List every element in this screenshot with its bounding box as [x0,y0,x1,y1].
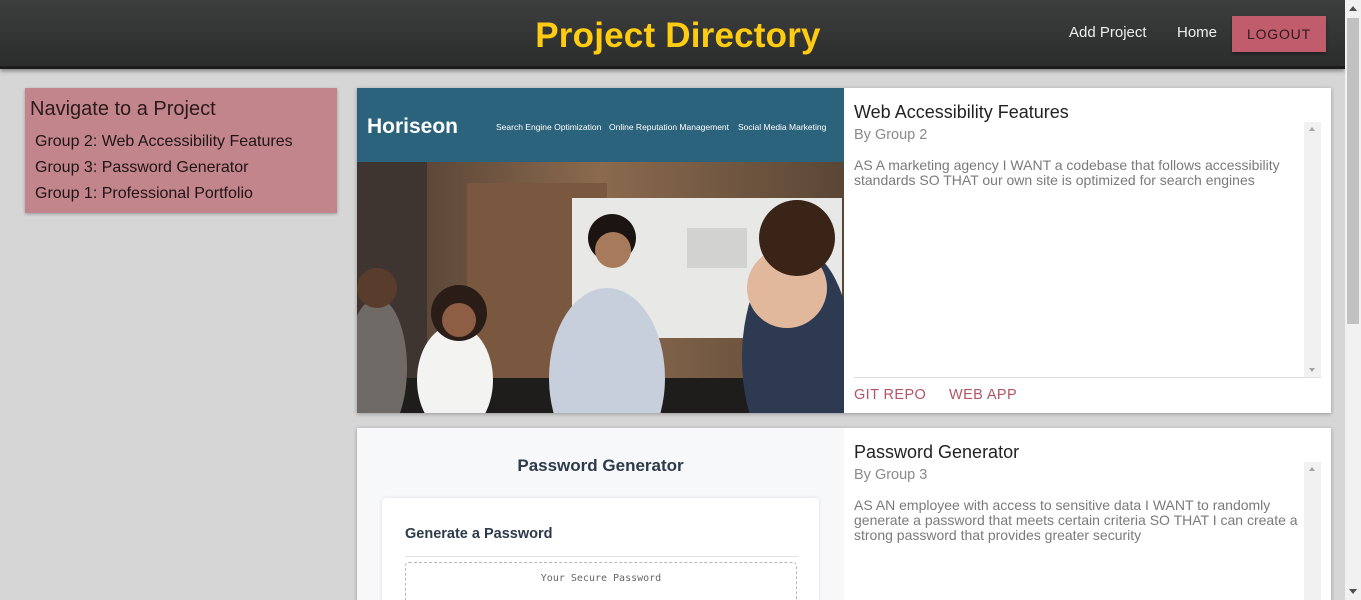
project-description-box[interactable]: AS A marketing agency I WANT a codebase … [854,122,1321,377]
project-title: Password Generator [854,442,1020,462]
scroll-down-arrow-icon[interactable] [1349,589,1357,594]
scroll-up-arrow-icon[interactable] [1349,6,1357,11]
nav-home-link[interactable]: Home [1177,24,1217,41]
project-description: AS AN employee with access to sensitive … [854,497,1298,543]
app-header: Project Directory Add Project Home LOGOU… [0,0,1345,69]
pg-preview-heading: Password Generator [517,456,684,475]
sidebar-item-password-generator[interactable]: Group 3: Password Generator [35,159,248,177]
project-card: Password Generator Generate a Password Y… [357,428,1331,600]
project-screenshot-horiseon: Horiseon Search Engine Optimization Onli… [357,88,844,413]
logout-button[interactable]: LOGOUT [1232,16,1326,52]
git-repo-link[interactable]: GIT REPO [854,387,926,403]
horiseon-nav-seo: Search Engine Optimization [496,122,602,132]
app-title: Project Directory [535,16,821,55]
project-title: Web Accessibility Features [854,102,1069,122]
horiseon-preview-image: Horiseon Search Engine Optimization Onli… [357,88,844,413]
pg-preview-panel-title: Generate a Password [405,526,553,542]
description-scrollbar[interactable] [1304,462,1321,600]
scroll-up-arrow-icon[interactable] [1309,467,1315,471]
description-scrollbar[interactable] [1304,122,1321,377]
pg-preview-password-output: Your Secure Password [405,562,797,600]
scroll-up-arrow-icon[interactable] [1309,127,1315,131]
horiseon-brand: Horiseon [367,115,458,138]
horiseon-nav-reputation: Online Reputation Management [609,122,730,132]
project-nav-sidebar: Navigate to a Project Group 2: Web Acces… [25,88,337,213]
project-actions: GIT REPO WEB APP [854,377,1321,413]
horiseon-nav-social: Social Media Marketing [738,122,827,132]
scroll-down-arrow-icon[interactable] [1309,368,1315,372]
project-description: AS A marketing agency I WANT a codebase … [854,157,1280,188]
pg-preview-divider [405,556,798,557]
sidebar-item-professional-portfolio[interactable]: Group 1: Professional Portfolio [35,185,253,203]
scrollbar-thumb[interactable] [1347,18,1359,324]
web-app-link[interactable]: WEB APP [949,387,1017,403]
project-card: Horiseon Search Engine Optimization Onli… [357,88,1331,413]
pg-preview-panel: Generate a Password Your Secure Password [382,498,819,600]
project-description-box[interactable]: AS AN employee with access to sensitive … [854,462,1321,600]
project-screenshot-password-generator: Password Generator Generate a Password Y… [357,428,844,600]
sidebar-item-web-accessibility[interactable]: Group 2: Web Accessibility Features [35,133,293,151]
nav-add-project-link[interactable]: Add Project [1069,24,1147,41]
sidebar-heading: Navigate to a Project [30,98,216,120]
page-scrollbar[interactable] [1345,0,1361,600]
pg-preview-placeholder: Your Secure Password [540,573,662,584]
